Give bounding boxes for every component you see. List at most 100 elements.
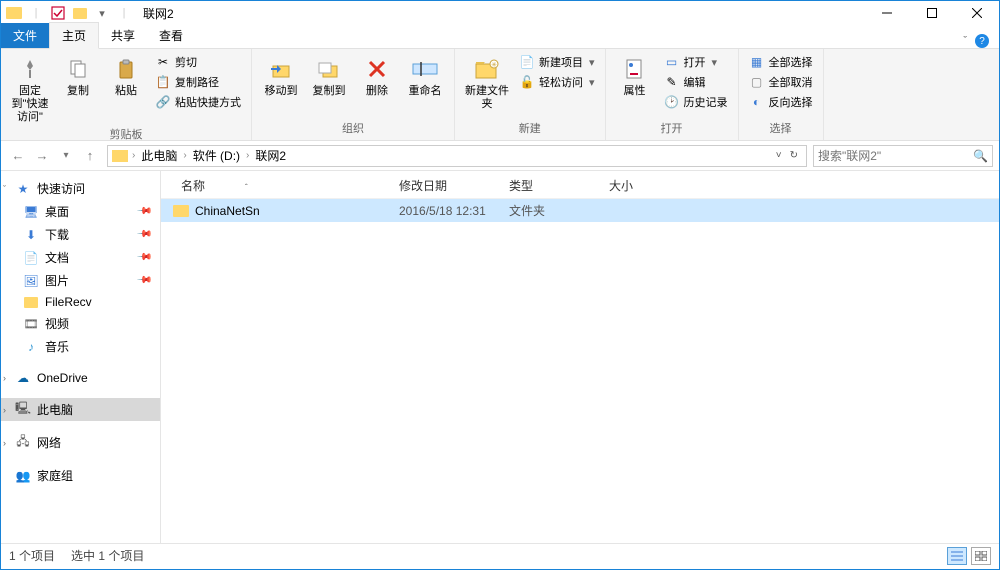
homegroup-icon: 👥: [15, 469, 31, 483]
rename-icon: [411, 55, 439, 83]
copy-button[interactable]: 复制: [57, 53, 99, 98]
sidebar: ˇ★快速访问 🖥桌面📌 ⬇下载📌 📄文档📌 🖼图片📌 FileRecv 🎞视频 …: [1, 171, 161, 543]
help-icon[interactable]: ?: [975, 34, 989, 48]
properties-icon: [621, 55, 649, 83]
breadcrumb-folder-icon: [112, 150, 128, 162]
col-name[interactable]: 名称ˆ: [169, 177, 399, 194]
pin-quickaccess-button[interactable]: 固定到"快速访问": [9, 53, 51, 124]
copy-path-button[interactable]: 📋复制路径: [153, 73, 243, 91]
file-row[interactable]: ChinaNetSn 2016/5/18 12:31 文件夹: [161, 199, 999, 222]
sidebar-pictures[interactable]: 🖼图片📌: [1, 269, 160, 292]
nav-up-button[interactable]: ↑: [79, 145, 101, 167]
rename-button[interactable]: 重命名: [404, 53, 446, 98]
invert-select-button[interactable]: ◐反向选择: [747, 93, 815, 111]
pc-icon: 🖳: [15, 403, 31, 417]
paste-button[interactable]: 粘贴: [105, 53, 147, 98]
minimize-button[interactable]: [864, 1, 909, 25]
sidebar-documents[interactable]: 📄文档📌: [1, 246, 160, 269]
qat-properties-icon[interactable]: [49, 4, 67, 22]
chevron-right-icon[interactable]: ›: [3, 373, 6, 383]
nav-recent-dropdown[interactable]: ▾: [55, 145, 77, 167]
sidebar-videos[interactable]: 🎞视频: [1, 312, 160, 335]
group-select-label: 选择: [747, 120, 815, 136]
nav-back-button[interactable]: ←: [7, 145, 29, 167]
qat-dropdown-icon[interactable]: ▾: [93, 4, 111, 22]
sidebar-music[interactable]: ♪音乐: [1, 335, 160, 358]
open-button[interactable]: ▭打开▾: [662, 53, 730, 71]
search-input[interactable]: [818, 149, 973, 163]
history-button[interactable]: 🕑历史记录: [662, 93, 730, 111]
select-none-button[interactable]: ▢全部取消: [747, 73, 815, 91]
pin-icon: 📌: [135, 249, 152, 266]
cloud-icon: ☁: [15, 371, 31, 385]
selectall-icon: ▦: [749, 54, 765, 70]
breadcrumb-sep: ›: [132, 150, 135, 161]
view-details-button[interactable]: [947, 547, 967, 565]
search-icon[interactable]: 🔍: [973, 149, 988, 163]
sidebar-thispc[interactable]: ›🖳此电脑: [1, 398, 160, 421]
tab-share[interactable]: 共享: [99, 23, 147, 48]
paste-shortcut-button[interactable]: 🔗粘贴快捷方式: [153, 93, 243, 111]
sidebar-onedrive[interactable]: ›☁OneDrive: [1, 368, 160, 388]
chevron-right-icon[interactable]: ›: [3, 405, 6, 415]
crumb-thispc[interactable]: 此电脑: [137, 147, 181, 164]
copy-to-button[interactable]: 复制到: [308, 53, 350, 98]
group-clipboard-label: 剪贴板: [9, 126, 243, 142]
group-new-label: 新建: [463, 120, 597, 136]
pin-icon: 📌: [135, 203, 152, 220]
video-icon: 🎞: [23, 317, 39, 331]
sidebar-downloads[interactable]: ⬇下载📌: [1, 223, 160, 246]
sidebar-filerecv[interactable]: FileRecv: [1, 292, 160, 312]
ribbon-collapse-icon[interactable]: ˇ: [963, 35, 967, 47]
scissors-icon: ✂: [155, 54, 171, 70]
folder-icon: [23, 295, 39, 309]
open-icon: ▭: [664, 54, 680, 70]
selectnone-icon: ▢: [749, 74, 765, 90]
search-box[interactable]: 🔍: [813, 145, 993, 167]
sidebar-desktop[interactable]: 🖥桌面📌: [1, 200, 160, 223]
new-item-button[interactable]: 📄新建项目▾: [517, 53, 597, 71]
invert-icon: ◐: [749, 94, 765, 110]
easy-access-button[interactable]: 🔓轻松访问▾: [517, 73, 597, 91]
sidebar-quickaccess[interactable]: ˇ★快速访问: [1, 177, 160, 200]
file-name: ChinaNetSn: [195, 204, 260, 218]
sidebar-homegroup[interactable]: 👥家庭组: [1, 464, 160, 487]
sidebar-network[interactable]: ›🖧网络: [1, 431, 160, 454]
nav-forward-button[interactable]: →: [31, 145, 53, 167]
pin-icon: 📌: [135, 226, 152, 243]
tab-home[interactable]: 主页: [49, 22, 99, 49]
properties-button[interactable]: 属性: [614, 53, 656, 98]
cut-button[interactable]: ✂剪切: [153, 53, 243, 71]
qat-newfolder-icon[interactable]: [71, 4, 89, 22]
chevron-right-icon[interactable]: ›: [3, 438, 6, 448]
col-date[interactable]: 修改日期: [399, 177, 509, 194]
maximize-button[interactable]: [909, 1, 954, 25]
group-organize-label: 组织: [260, 120, 446, 136]
move-to-button[interactable]: 移动到: [260, 53, 302, 98]
close-button[interactable]: [954, 1, 999, 25]
col-size[interactable]: 大小: [609, 177, 679, 194]
app-folder-icon: [5, 4, 23, 22]
music-icon: ♪: [23, 340, 39, 354]
view-icons-button[interactable]: [971, 547, 991, 565]
col-type[interactable]: 类型: [509, 177, 609, 194]
breadcrumb-refresh-icon[interactable]: ↻: [786, 150, 802, 161]
star-icon: ★: [15, 182, 31, 196]
qat-separator: |: [27, 4, 45, 22]
edit-button[interactable]: ✎编辑: [662, 73, 730, 91]
crumb-drive[interactable]: 软件 (D:): [189, 147, 244, 164]
pin-icon: 📌: [135, 272, 152, 289]
breadcrumb-dropdown-icon[interactable]: ˅: [772, 150, 786, 161]
breadcrumb[interactable]: › 此电脑 › 软件 (D:) › 联网2 ˅ ↻: [107, 145, 807, 167]
path-icon: 📋: [155, 74, 171, 90]
chevron-down-icon[interactable]: ˇ: [3, 184, 6, 194]
window-title: 联网2: [143, 5, 174, 22]
crumb-folder[interactable]: 联网2: [251, 147, 290, 164]
delete-button[interactable]: 删除: [356, 53, 398, 98]
select-all-button[interactable]: ▦全部选择: [747, 53, 815, 71]
new-folder-button[interactable]: ✳ 新建文件夹: [463, 53, 511, 111]
copy-icon: [64, 55, 92, 83]
tab-view[interactable]: 查看: [147, 23, 195, 48]
tab-file[interactable]: 文件: [1, 23, 49, 48]
qat-separator: |: [115, 4, 133, 22]
